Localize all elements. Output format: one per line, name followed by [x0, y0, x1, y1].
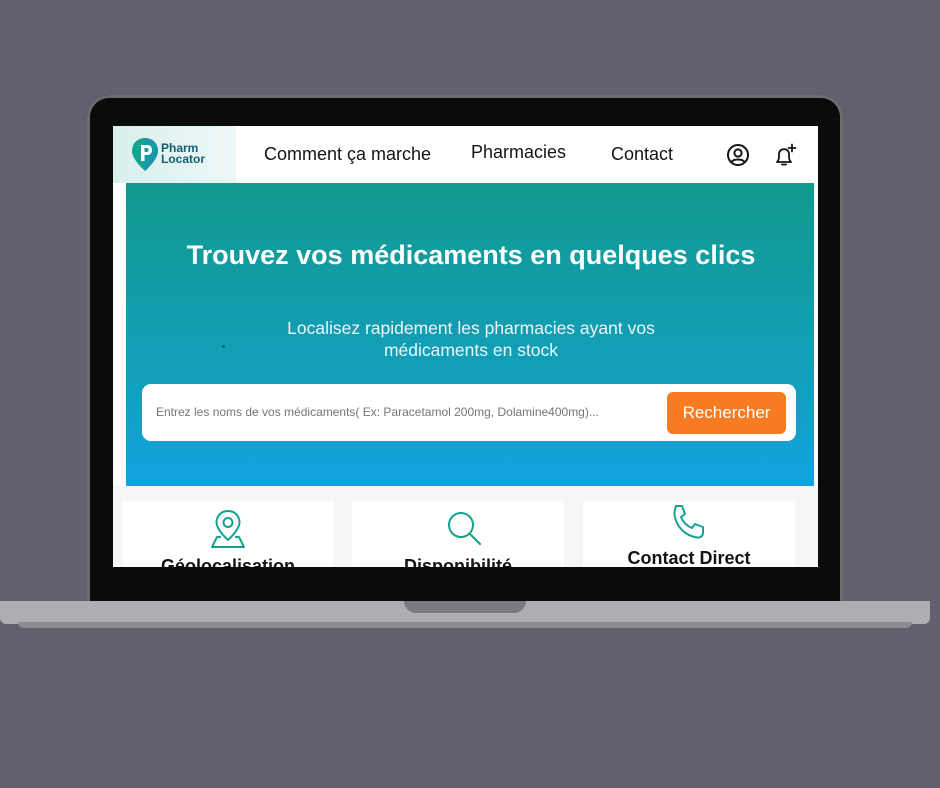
feature-title: Disponibilité — [404, 556, 512, 567]
feature-card-direct-contact[interactable]: Contact Direct — [583, 501, 795, 567]
logo-line-2: Locator — [161, 152, 206, 166]
laptop-base-shadow — [18, 622, 912, 628]
nav-link-pharmacies[interactable]: Pharmacies — [471, 142, 566, 163]
logo-pin-icon — [132, 138, 158, 171]
hero-decorative-dot — [222, 345, 225, 348]
nav-link-contact[interactable]: Contact — [611, 144, 673, 165]
feature-card-availability[interactable]: Disponibilité — [352, 501, 564, 567]
logo-text: Pharm Locator — [161, 142, 231, 166]
search-icon — [448, 512, 482, 546]
navbar: Pharm Locator Comment ça marche Pharmaci… — [113, 126, 818, 183]
bell-plus-icon[interactable] — [772, 142, 798, 168]
feature-title: Géolocalisation — [160, 556, 296, 567]
medication-search-input[interactable] — [156, 403, 656, 421]
laptop-screen: Pharm Locator Comment ça marche Pharmaci… — [113, 126, 818, 567]
phone-icon — [673, 505, 704, 539]
user-circle-icon[interactable] — [725, 142, 751, 168]
search-button[interactable]: Rechercher — [667, 392, 786, 434]
hero-title: Trouvez vos médicaments en quelques clic… — [186, 240, 756, 270]
features-section: Géolocalisation Disponibilité Contact Di… — [113, 486, 818, 567]
feature-title: Contact Direct — [627, 548, 751, 567]
map-pin-icon — [211, 509, 245, 548]
hero-banner: Trouvez vos médicaments en quelques clic… — [126, 183, 814, 486]
hero-subtitle: Localisez rapidement les pharmacies ayan… — [287, 318, 655, 360]
nav-link-comment-ca-marche[interactable]: Comment ça marche — [264, 144, 431, 165]
search-bar: Rechercher — [142, 384, 796, 441]
laptop-notch — [404, 601, 526, 613]
logo[interactable]: Pharm Locator — [113, 126, 236, 183]
feature-card-geolocation[interactable]: Géolocalisation — [122, 501, 334, 567]
